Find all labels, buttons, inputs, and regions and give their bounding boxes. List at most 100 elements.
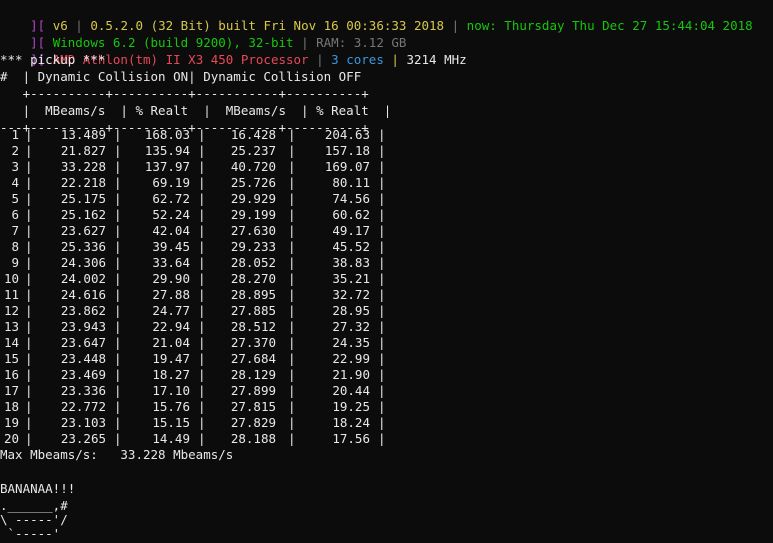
collision-off-mbeams: 28.188: [230, 431, 276, 446]
table-row: 16 23.469 18.27 28.129 21.90 | | | | |: [0, 366, 400, 383]
header-separator: |: [391, 52, 399, 67]
collision-off-mbeams: 29.929: [230, 191, 276, 206]
column-separator: |: [114, 255, 122, 270]
header-build-line: ][ v6 | 0.5.2.0 (32 Bit) built Fri Nov 1…: [0, 0, 753, 33]
table-row: 1 13.489 168.03 16.428 204.63 | | | | |: [0, 126, 400, 143]
collision-off-realtime: 20.44: [332, 383, 370, 398]
column-separator: |: [114, 351, 122, 366]
row-index: 1: [11, 127, 19, 142]
column-separator: |: [288, 415, 296, 430]
collision-off-mbeams: 27.885: [230, 303, 276, 318]
collision-on-realtime: 69.19: [152, 175, 190, 190]
collision-off-mbeams: 28.512: [230, 319, 276, 334]
table-row: 13 23.943 22.94 28.512 27.32 | | | | |: [0, 318, 400, 335]
collision-on-mbeams: 24.616: [60, 287, 106, 302]
column-separator: |: [288, 143, 296, 158]
table-column-header: | MBeams/s | % Realt | MBeams/s | % Real…: [0, 103, 392, 118]
collision-on-realtime: 52.24: [152, 207, 190, 222]
column-separator: |: [288, 303, 296, 318]
column-separator: |: [288, 239, 296, 254]
table-row: 10 24.002 29.90 28.270 35.21 | | | | |: [0, 270, 400, 287]
collision-off-mbeams: 25.726: [230, 175, 276, 190]
mhz-info: 3214 MHz: [406, 52, 467, 67]
row-index: 16: [3, 367, 19, 382]
table-row: 6 25.162 52.24 29.199 60.62 | | | | |: [0, 206, 400, 223]
collision-on-mbeams: 23.469: [60, 367, 106, 382]
column-separator: |: [114, 271, 122, 286]
column-separator: |: [198, 319, 206, 334]
column-separator: |: [288, 367, 296, 382]
collision-on-realtime: 137.97: [144, 159, 190, 174]
table-rule-top: +----------+----------+-----------+-----…: [0, 86, 369, 101]
column-separator: |: [25, 191, 33, 206]
collision-off-mbeams: 40.720: [230, 159, 276, 174]
table-row: 12 23.862 24.77 27.885 28.95 | | | | |: [0, 302, 400, 319]
collision-on-realtime: 27.88: [152, 287, 190, 302]
collision-on-mbeams: 25.175: [60, 191, 106, 206]
column-separator: |: [288, 191, 296, 206]
column-separator: |: [198, 175, 206, 190]
column-separator: |: [198, 271, 206, 286]
collision-on-realtime: 21.04: [152, 335, 190, 350]
collision-off-mbeams: 27.630: [230, 223, 276, 238]
row-index: 7: [11, 223, 19, 238]
column-separator: |: [25, 175, 33, 190]
table-row: 11 24.616 27.88 28.895 32.72 | | | | |: [0, 286, 400, 303]
collision-on-realtime: 17.10: [152, 383, 190, 398]
collision-on-mbeams: 23.448: [60, 351, 106, 366]
column-separator: |: [378, 271, 386, 286]
column-separator: |: [25, 367, 33, 382]
section-title: *** pickup ***: [0, 52, 106, 67]
collision-off-mbeams: 28.895: [230, 287, 276, 302]
column-separator: |: [378, 303, 386, 318]
table-row: 17 23.336 17.10 27.899 20.44 | | | | |: [0, 382, 400, 399]
column-separator: |: [114, 143, 122, 158]
column-separator: |: [198, 367, 206, 382]
column-separator: |: [378, 351, 386, 366]
table-row: 9 24.306 33.64 28.052 38.83 | | | | |: [0, 254, 400, 271]
collision-off-realtime: 157.18: [324, 143, 370, 158]
header-separator: |: [316, 52, 324, 67]
table-row: 4 22.218 69.19 25.726 80.11 | | | | |: [0, 174, 400, 191]
column-separator: |: [288, 431, 296, 446]
current-time: now: Thursday Thu Dec 27 15:44:04 2018: [466, 18, 753, 33]
collision-off-mbeams: 28.052: [230, 255, 276, 270]
collision-on-mbeams: 25.336: [60, 239, 106, 254]
column-separator: |: [378, 255, 386, 270]
row-index: 17: [3, 383, 19, 398]
column-separator: |: [288, 287, 296, 302]
column-separator: |: [25, 319, 33, 334]
collision-on-realtime: 19.47: [152, 351, 190, 366]
column-separator: |: [114, 175, 122, 190]
column-separator: |: [378, 143, 386, 158]
table-row: 15 23.448 19.47 27.684 22.99 | | | | |: [0, 350, 400, 367]
table-group-header: # | Dynamic Collision ON| Dynamic Collis…: [0, 69, 362, 84]
column-separator: |: [378, 207, 386, 222]
collision-on-realtime: 33.64: [152, 255, 190, 270]
column-separator: |: [378, 367, 386, 382]
collision-on-mbeams: 24.002: [60, 271, 106, 286]
collision-on-mbeams: 23.943: [60, 319, 106, 334]
table-row: 5 25.175 62.72 29.929 74.56 | | | | |: [0, 190, 400, 207]
column-separator: |: [25, 207, 33, 222]
ascii-art-line: `-----': [0, 526, 61, 541]
collision-off-realtime: 204.63: [324, 127, 370, 142]
collision-off-realtime: 49.17: [332, 223, 370, 238]
column-separator: |: [198, 335, 206, 350]
collision-on-mbeams: 13.489: [60, 127, 106, 142]
collision-off-realtime: 27.32: [332, 319, 370, 334]
column-separator: |: [25, 287, 33, 302]
collision-on-mbeams: 24.306: [60, 255, 106, 270]
column-separator: |: [198, 399, 206, 414]
row-index: 2: [11, 143, 19, 158]
column-separator: |: [114, 207, 122, 222]
column-separator: |: [288, 383, 296, 398]
column-separator: |: [378, 383, 386, 398]
collision-on-realtime: 14.49: [152, 431, 190, 446]
table-row: 19 23.103 15.15 27.829 18.24 | | | | |: [0, 414, 400, 431]
collision-on-mbeams: 23.627: [60, 223, 106, 238]
column-separator: |: [378, 287, 386, 302]
column-separator: |: [25, 303, 33, 318]
column-separator: |: [378, 319, 386, 334]
row-index: 19: [3, 415, 19, 430]
